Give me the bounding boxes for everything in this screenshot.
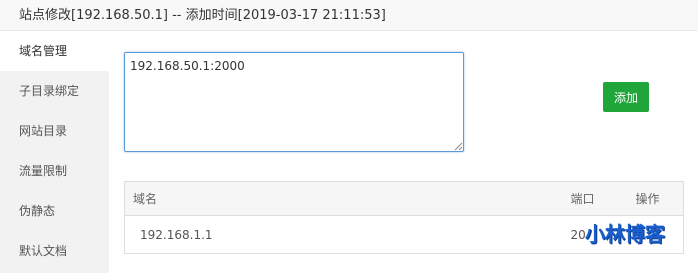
sidebar-item-subdirectory-binding[interactable]: 子目录绑定 — [0, 71, 109, 111]
dialog-title: 站点修改[192.168.50.1] -- 添加时间[2019-03-17 21… — [0, 0, 698, 31]
sidebar-item-pseudo-static[interactable]: 伪静态 — [0, 191, 109, 231]
sidebar-item-traffic-limit[interactable]: 流量限制 — [0, 151, 109, 191]
sidebar-item-domain-management[interactable]: 域名管理 — [0, 31, 109, 71]
column-header-port: 端口 — [565, 181, 636, 216]
watermark-logo: 小林博客 — [585, 222, 665, 246]
column-header-domain: 域名 — [124, 181, 566, 216]
column-header-action: 操作 — [635, 181, 684, 216]
sidebar: 域名管理 子目录绑定 网站目录 流量限制 伪静态 默认文档 — [0, 31, 109, 273]
domain-input[interactable]: 192.168.50.1:2000 — [124, 52, 464, 152]
table-header-row: 域名 端口 操作 — [124, 181, 684, 216]
sidebar-item-site-directory[interactable]: 网站目录 — [0, 111, 109, 151]
domain-cell: 192.168.1.1 — [140, 227, 213, 242]
resize-grip-icon[interactable] — [453, 141, 463, 151]
add-domain-button[interactable]: 添加 — [603, 82, 649, 112]
sidebar-item-default-document[interactable]: 默认文档 — [0, 231, 109, 271]
